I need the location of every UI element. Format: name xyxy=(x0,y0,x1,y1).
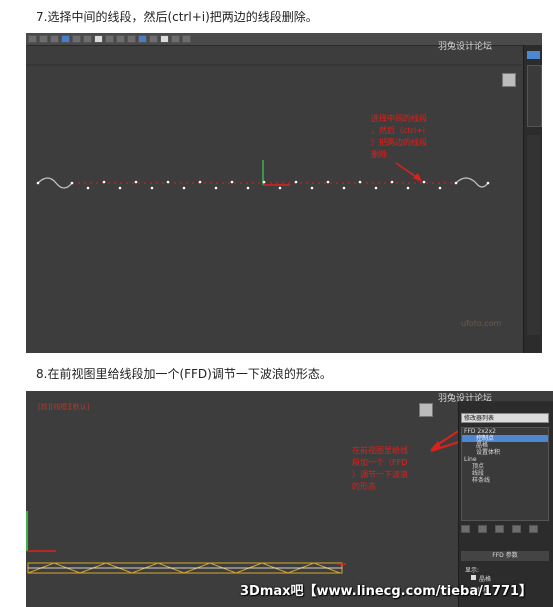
show-end-result-icon[interactable] xyxy=(478,525,487,533)
parameters-rollout xyxy=(527,135,540,335)
mirror-icon[interactable] xyxy=(116,35,125,43)
stack-item[interactable]: 设置体积 xyxy=(462,449,548,456)
layer-icon[interactable] xyxy=(138,35,147,43)
align-icon[interactable] xyxy=(127,35,136,43)
step8-caption: 8.在前视图里给线段加一个(FFD)调节一下波浪的形态。 xyxy=(36,367,332,381)
curve-editor-icon[interactable] xyxy=(149,35,158,43)
configure-sets-icon[interactable] xyxy=(529,525,538,533)
stack-item[interactable]: FFD 2x2x2 xyxy=(462,428,548,435)
modifier-stack: FFD 2x2x2 控制点 晶格 设置体积 Line 顶点 线段 样条线 xyxy=(461,427,549,521)
modify-tab-icon[interactable] xyxy=(527,51,540,59)
viewport-screenshot-1: 羽兔设计论坛 选择中间的线段 ，然后（ctrl+i ）把两边的线段 删除 ufo… xyxy=(26,33,542,353)
rotate-icon[interactable] xyxy=(83,35,92,43)
display-group-label: 显示: xyxy=(465,567,480,574)
render-setup-icon[interactable] xyxy=(171,35,180,43)
stack-item[interactable]: 线段 xyxy=(462,470,548,477)
ffd-params-rollout-title[interactable]: FFD 参数 xyxy=(461,551,549,561)
front-viewport xyxy=(26,441,458,574)
make-unique-icon[interactable] xyxy=(495,525,504,533)
viewport-screenshot-2: [前][线框][默认] 羽兔设计论坛 在前视图里给线 段加一个（FFD ）调节一… xyxy=(26,391,553,607)
stack-toolbar xyxy=(461,525,549,537)
command-panel xyxy=(523,45,542,353)
stack-item[interactable]: 晶格 xyxy=(462,442,548,449)
remove-modifier-icon[interactable] xyxy=(512,525,521,533)
snap-icon[interactable] xyxy=(105,35,114,43)
annotation-text-1: 选择中间的线段 ，然后（ctrl+i ）把两边的线段 删除 xyxy=(371,114,427,159)
modifier-stack-list[interactable] xyxy=(527,65,542,127)
modifier-list-dropdown[interactable]: 修改器列表 xyxy=(461,413,549,423)
step7-caption: 7.选择中间的线段，然后(ctrl+i)把两边的线段删除。 xyxy=(36,10,318,24)
stack-item[interactable]: 顶点 xyxy=(462,463,548,470)
redo-icon[interactable] xyxy=(39,35,48,43)
site-banner: 3Dmax吧【www.linecg.com/tieba/1771】 xyxy=(240,584,533,599)
select-icon[interactable] xyxy=(61,35,70,43)
spline-viewport xyxy=(26,64,522,190)
right-wave-segment xyxy=(455,177,489,188)
stack-item[interactable]: Line xyxy=(462,456,548,463)
render-icon[interactable] xyxy=(182,35,191,43)
move-icon[interactable] xyxy=(72,35,81,43)
scale-icon[interactable] xyxy=(94,35,103,43)
annotation-arrow-2 xyxy=(430,441,458,452)
undo-icon[interactable] xyxy=(28,35,37,43)
command-panel-2: 修改器列表 FFD 2x2x2 控制点 晶格 设置体积 Line 顶点 线段 样… xyxy=(458,401,553,607)
stack-item-selected[interactable]: 控制点 xyxy=(462,435,548,442)
stack-item[interactable]: 样条线 xyxy=(462,477,548,484)
pin-stack-icon[interactable] xyxy=(461,525,470,533)
annotation-text-2: 在前视图里给线 段加一个（FFD ）调节一下波浪 的形态 xyxy=(352,446,408,491)
material-editor-icon[interactable] xyxy=(160,35,169,43)
faded-logo: ufoto.com xyxy=(461,319,502,328)
left-wave-segment xyxy=(37,177,73,189)
link-icon[interactable] xyxy=(50,35,59,43)
